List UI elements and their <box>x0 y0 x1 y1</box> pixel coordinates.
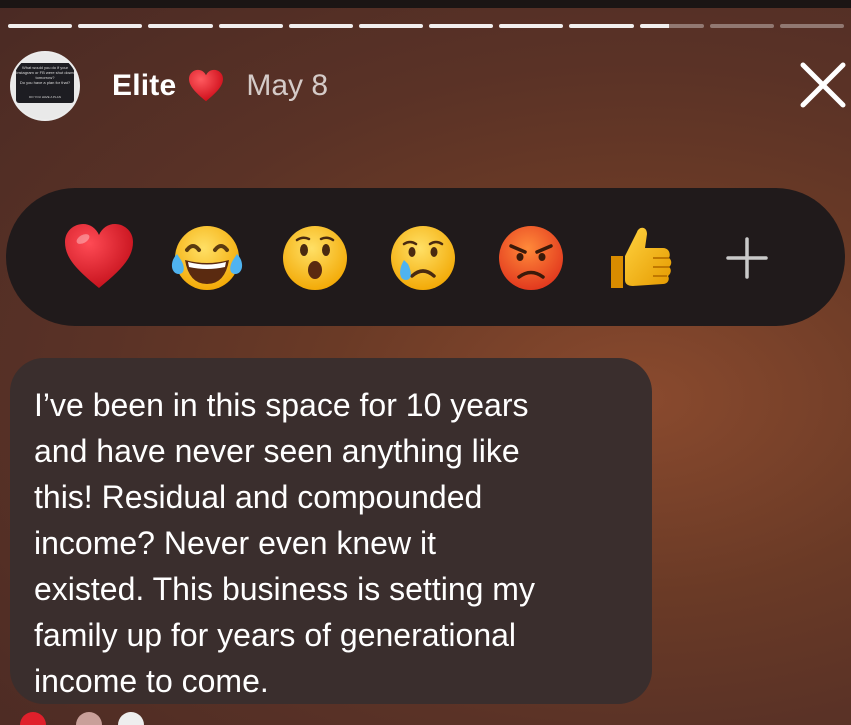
wow-reaction-button[interactable] <box>279 222 351 294</box>
angry-icon <box>499 226 563 290</box>
red-heart-icon <box>188 69 224 103</box>
progress-segment <box>8 24 73 28</box>
red-heart-icon <box>20 712 46 725</box>
progress-segment <box>148 24 213 28</box>
progress-segment <box>499 24 564 28</box>
story-header: What would you do if your Instagram or F… <box>10 49 328 123</box>
plus-icon <box>726 237 768 279</box>
sad-reaction-button[interactable] <box>387 222 459 294</box>
avatar-text-line3: DO YOU HAVE A PLAN <box>29 95 61 99</box>
heart-reaction-button[interactable] <box>63 222 135 294</box>
avatar <box>118 712 144 725</box>
message-bubble: I’ve been in this space for 10 years and… <box>10 358 652 704</box>
laugh-reaction-button[interactable] <box>171 222 243 294</box>
avatar[interactable]: What would you do if your Instagram or F… <box>10 51 80 121</box>
progress-segment <box>569 24 634 28</box>
progress-segment <box>288 24 353 28</box>
angry-reaction-button[interactable] <box>495 222 567 294</box>
progress-segment <box>78 24 143 28</box>
thumbs-up-reaction-button[interactable] <box>603 222 675 294</box>
progress-segment <box>709 24 774 28</box>
message-text: I’ve been in this space for 10 years and… <box>34 387 535 699</box>
post-date: May 8 <box>246 69 329 102</box>
close-button[interactable] <box>798 60 848 110</box>
progress-segment <box>218 24 283 28</box>
progress-segment-current <box>639 24 704 28</box>
top-status-strip <box>0 0 851 8</box>
tears-of-joy-icon <box>171 226 243 290</box>
progress-segment <box>358 24 424 28</box>
story-progress-bar <box>8 24 845 28</box>
reaction-bar <box>6 188 845 326</box>
more-reactions-button[interactable] <box>711 222 783 294</box>
avatar <box>76 712 102 725</box>
thumbs-up-icon <box>611 227 672 288</box>
close-icon <box>800 62 846 108</box>
reaction-summary-row <box>20 712 170 725</box>
avatar-text-line2: Do you have a plan for that? <box>19 80 71 85</box>
red-heart-icon <box>65 224 133 288</box>
progress-segment <box>779 24 845 28</box>
username[interactable]: Elite <box>112 69 176 103</box>
progress-segment <box>429 24 494 28</box>
avatar-text-line1: What would you do if your Instagram or F… <box>16 65 74 80</box>
astonished-icon <box>283 226 347 290</box>
crying-icon <box>391 226 455 290</box>
